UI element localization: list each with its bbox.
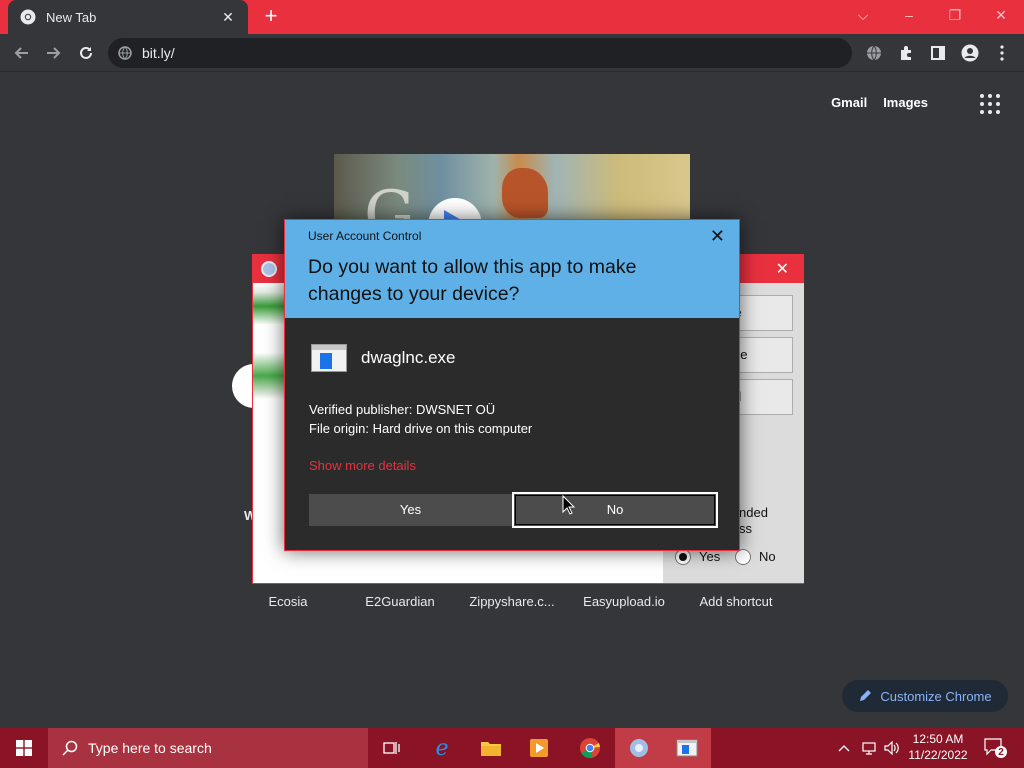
uac-dialog: User Account Control ✕ Do you want to al… bbox=[284, 219, 740, 551]
radio-no[interactable] bbox=[735, 549, 751, 565]
top-links: Gmail Images bbox=[831, 95, 928, 110]
uac-app-name: dwaglnc.exe bbox=[361, 348, 456, 367]
task-view-icon[interactable] bbox=[368, 728, 416, 768]
restore-button[interactable]: ❐ bbox=[932, 0, 978, 30]
uac-taskbar-icon[interactable] bbox=[663, 728, 711, 768]
volume-icon[interactable] bbox=[884, 728, 900, 768]
show-more-details-link[interactable]: Show more details bbox=[309, 458, 416, 473]
windows-logo-icon bbox=[16, 740, 32, 756]
radio-yes-label: Yes bbox=[699, 549, 721, 564]
images-link[interactable]: Images bbox=[883, 95, 928, 110]
notifications-button[interactable]: 2 bbox=[984, 728, 1008, 768]
browser-titlebar: New Tab ✕ + ⌵ – ❐ ✕ bbox=[0, 0, 1024, 34]
shortcut-label: Ecosia bbox=[268, 594, 308, 609]
forward-arrow-icon bbox=[47, 47, 61, 59]
tab-search-button[interactable]: ⌵ bbox=[840, 0, 886, 30]
network-icon[interactable] bbox=[862, 728, 880, 768]
pencil-icon bbox=[860, 690, 872, 701]
chrome-icon bbox=[20, 9, 36, 25]
installer-taskbar-icon[interactable] bbox=[615, 728, 663, 768]
forward-button[interactable] bbox=[40, 40, 66, 66]
windows-taskbar: Type here to search e 12:50 AM 11/22/202… bbox=[0, 728, 1024, 768]
reload-icon bbox=[80, 46, 92, 59]
browser-toolbar: bit.ly/ bbox=[0, 34, 1024, 72]
uac-publisher: Verified publisher: DWSNET OÜ bbox=[309, 402, 496, 417]
shortcut-label: Add shortcut bbox=[699, 594, 773, 609]
uac-origin: File origin: Hard drive on this computer bbox=[309, 421, 533, 436]
translate-icon[interactable] bbox=[864, 43, 884, 63]
back-button[interactable] bbox=[9, 40, 35, 66]
clock-time: 12:50 AM bbox=[912, 732, 964, 746]
option-label-line2: ss bbox=[739, 521, 752, 536]
chrome-taskbar-icon[interactable] bbox=[566, 728, 614, 768]
back-arrow-icon bbox=[14, 47, 28, 59]
tab-new-tab[interactable]: New Tab ✕ bbox=[8, 0, 248, 34]
side-panel-icon[interactable] bbox=[928, 43, 948, 63]
uac-question: Do you want to allow this app to make ch… bbox=[308, 256, 637, 305]
profile-icon[interactable] bbox=[960, 43, 980, 63]
app-window-icon bbox=[311, 344, 347, 372]
start-button[interactable] bbox=[0, 728, 48, 768]
doodle-figure bbox=[502, 168, 548, 218]
uac-close-icon[interactable]: ✕ bbox=[710, 226, 725, 247]
shortcut-label: Zippyshare.c... bbox=[469, 594, 555, 609]
google-apps-icon[interactable] bbox=[980, 94, 1000, 114]
tab-title: New Tab bbox=[46, 9, 97, 25]
clock-date: 11/22/2022 bbox=[908, 748, 968, 762]
search-placeholder: Type here to search bbox=[88, 740, 212, 756]
mouse-cursor-icon bbox=[562, 495, 576, 515]
installer-close-icon[interactable]: ✕ bbox=[776, 259, 789, 279]
menu-icon[interactable] bbox=[992, 43, 1012, 63]
reload-button[interactable] bbox=[73, 40, 99, 66]
customize-chrome-button[interactable]: Customize Chrome bbox=[842, 680, 1008, 712]
customize-label: Customize Chrome bbox=[880, 688, 992, 704]
minimize-button[interactable]: – bbox=[886, 0, 932, 30]
radio-no-label: No bbox=[759, 549, 776, 564]
new-tab-button[interactable]: + bbox=[258, 4, 284, 30]
gmail-link[interactable]: Gmail bbox=[831, 95, 867, 110]
installer-banner bbox=[253, 283, 285, 399]
radio-yes[interactable] bbox=[675, 549, 691, 565]
extensions-icon[interactable] bbox=[896, 43, 916, 63]
address-bar[interactable]: bit.ly/ bbox=[108, 38, 852, 68]
chevron-up-icon bbox=[838, 745, 850, 752]
taskbar-clock[interactable]: 12:50 AM 11/22/2022 bbox=[902, 731, 974, 763]
file-explorer-icon[interactable] bbox=[467, 728, 515, 768]
uac-title: User Account Control bbox=[308, 229, 422, 243]
shortcut-label: E2Guardian bbox=[365, 594, 435, 609]
close-window-button[interactable]: ✕ bbox=[978, 0, 1024, 30]
edge-ie-icon[interactable]: e bbox=[418, 728, 466, 768]
notification-count: 2 bbox=[998, 747, 1004, 758]
media-player-icon[interactable] bbox=[515, 728, 563, 768]
uac-no-button[interactable]: No bbox=[512, 492, 718, 528]
google-doodle[interactable]: G bbox=[334, 154, 690, 224]
uac-publisher-info: Verified publisher: DWSNET OÜ File origi… bbox=[309, 400, 532, 438]
doodle-letter: G bbox=[364, 178, 416, 224]
tab-close-icon[interactable]: ✕ bbox=[218, 9, 238, 26]
option-label-line1: nded bbox=[739, 505, 768, 520]
site-info-icon bbox=[118, 46, 132, 60]
uac-header: User Account Control ✕ Do you want to al… bbox=[285, 220, 739, 318]
uac-yes-button[interactable]: Yes bbox=[309, 494, 512, 526]
address-url: bit.ly/ bbox=[142, 45, 175, 61]
svg-text:e: e bbox=[435, 737, 448, 759]
taskbar-search[interactable]: Type here to search bbox=[48, 728, 368, 768]
search-icon bbox=[62, 740, 78, 756]
shortcut-label: Easyupload.io bbox=[583, 594, 665, 609]
show-hidden-icons-button[interactable] bbox=[838, 728, 850, 768]
installer-logo-icon bbox=[261, 261, 277, 277]
